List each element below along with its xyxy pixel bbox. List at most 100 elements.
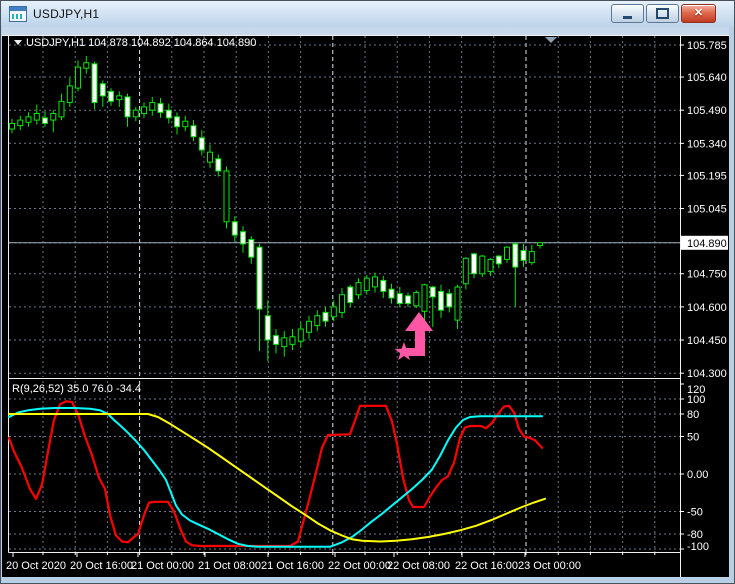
candle bbox=[149, 102, 156, 111]
maximize-button[interactable] bbox=[646, 4, 679, 23]
candle bbox=[190, 125, 197, 138]
candle bbox=[306, 320, 312, 333]
indicator-tick-label: 100 bbox=[687, 394, 705, 406]
candle bbox=[297, 328, 304, 342]
candle bbox=[33, 113, 40, 121]
candle bbox=[429, 286, 436, 298]
candle bbox=[322, 311, 329, 322]
candle bbox=[66, 85, 73, 104]
indicator-label: R(9,26,52) 35.0 76.0 -34.4 bbox=[12, 383, 141, 395]
current-price-text: 104.890 bbox=[687, 238, 727, 250]
candle bbox=[50, 113, 57, 121]
candle bbox=[223, 170, 230, 223]
price-tick-label: 104.450 bbox=[687, 335, 727, 347]
candle bbox=[17, 119, 24, 127]
price-tick-label: 105.195 bbox=[687, 170, 727, 182]
candle bbox=[372, 276, 378, 288]
indicator-tick-label: -80 bbox=[687, 529, 703, 541]
candle bbox=[347, 286, 354, 303]
candle bbox=[182, 120, 189, 128]
time-tick-label: 21 Oct 00:00 bbox=[131, 560, 194, 572]
candle bbox=[380, 279, 387, 292]
candle bbox=[273, 335, 279, 345]
candle bbox=[264, 315, 271, 341]
candle bbox=[240, 231, 246, 245]
time-tick-label: 20 Oct 16:00 bbox=[70, 560, 133, 572]
candle bbox=[413, 292, 420, 307]
candle bbox=[99, 83, 106, 97]
candle bbox=[157, 103, 164, 113]
candle bbox=[396, 293, 403, 305]
candle bbox=[9, 123, 15, 130]
price-tick-label: 104.300 bbox=[687, 368, 727, 380]
chart-canvas[interactable]: USDJPY,H1 104.878 104.892 104.864 104.89… bbox=[0, 0, 735, 584]
candle bbox=[330, 306, 337, 318]
candle bbox=[83, 62, 90, 69]
window-controls: ✕ bbox=[611, 4, 716, 23]
candle bbox=[421, 284, 428, 312]
price-tick-label: 105.340 bbox=[687, 138, 727, 150]
candle bbox=[42, 117, 48, 124]
candle bbox=[438, 290, 444, 311]
candle bbox=[215, 158, 222, 172]
symbol-ohlc-text: USDJPY,H1 104.878 104.892 104.864 104.89… bbox=[26, 37, 256, 49]
candle bbox=[504, 246, 510, 260]
price-tick-label: 104.750 bbox=[687, 269, 727, 281]
candle bbox=[256, 246, 263, 310]
title-bar[interactable]: USDJPY,H1 ✕ bbox=[1, 1, 734, 27]
price-tick-label: 105.490 bbox=[687, 105, 727, 117]
candle bbox=[405, 295, 411, 304]
candle bbox=[174, 116, 180, 128]
candle bbox=[58, 100, 65, 118]
price-tick-label: 105.785 bbox=[687, 40, 727, 52]
candle bbox=[198, 137, 205, 151]
candle bbox=[314, 315, 321, 327]
time-tick-label: 22 Oct 00:00 bbox=[328, 560, 391, 572]
time-tick-label: 21 Oct 16:00 bbox=[261, 560, 324, 572]
candle bbox=[528, 251, 535, 264]
candle bbox=[116, 95, 123, 101]
price-tick-label: 105.045 bbox=[687, 204, 727, 216]
candle bbox=[388, 288, 395, 299]
indicator-tick-label: 0.00 bbox=[687, 469, 708, 481]
candle bbox=[355, 282, 362, 296]
indicator-tick-label: 50 bbox=[687, 432, 699, 444]
candle bbox=[108, 90, 114, 102]
time-tick-label: 23 Oct 00:00 bbox=[518, 560, 581, 572]
time-tick-label: 22 Oct 08:00 bbox=[387, 560, 450, 572]
time-tick-label: 20 Oct 2020 bbox=[6, 560, 66, 572]
candle bbox=[495, 255, 502, 265]
candle bbox=[231, 221, 238, 236]
minimize-icon bbox=[623, 15, 632, 19]
indicator-tick-label: -50 bbox=[687, 507, 703, 519]
ohlc-label: USDJPY,H1 104.878 104.892 104.864 104.89… bbox=[14, 37, 256, 49]
indicator-tick-label: -100 bbox=[687, 541, 709, 553]
close-button[interactable]: ✕ bbox=[681, 4, 716, 23]
candle bbox=[281, 337, 288, 348]
candle bbox=[537, 242, 543, 247]
candle bbox=[25, 116, 32, 123]
candle bbox=[132, 109, 139, 118]
candle bbox=[141, 106, 147, 115]
window-title: USDJPY,H1 bbox=[33, 7, 100, 21]
candle bbox=[471, 253, 477, 275]
indicator-tick-label: 80 bbox=[687, 409, 699, 421]
price-tick-label: 105.640 bbox=[687, 72, 727, 84]
candle bbox=[446, 293, 453, 308]
minimize-button[interactable] bbox=[611, 4, 644, 23]
candle bbox=[75, 66, 81, 89]
candle bbox=[165, 109, 172, 119]
candle bbox=[207, 151, 213, 163]
time-tick-label: 22 Oct 16:00 bbox=[455, 560, 518, 572]
candle bbox=[479, 255, 486, 275]
mt4-chart-window: USDJPY,H1 104.878 104.892 104.864 104.89… bbox=[0, 0, 735, 584]
candle bbox=[248, 239, 255, 258]
maximize-icon bbox=[656, 8, 669, 19]
candle bbox=[91, 63, 98, 103]
candle bbox=[289, 336, 296, 345]
candle bbox=[363, 277, 370, 291]
time-tick-label: 21 Oct 08:00 bbox=[198, 560, 261, 572]
close-icon: ✕ bbox=[693, 7, 704, 19]
price-tick-label: 104.600 bbox=[687, 302, 727, 314]
candle bbox=[124, 96, 131, 118]
